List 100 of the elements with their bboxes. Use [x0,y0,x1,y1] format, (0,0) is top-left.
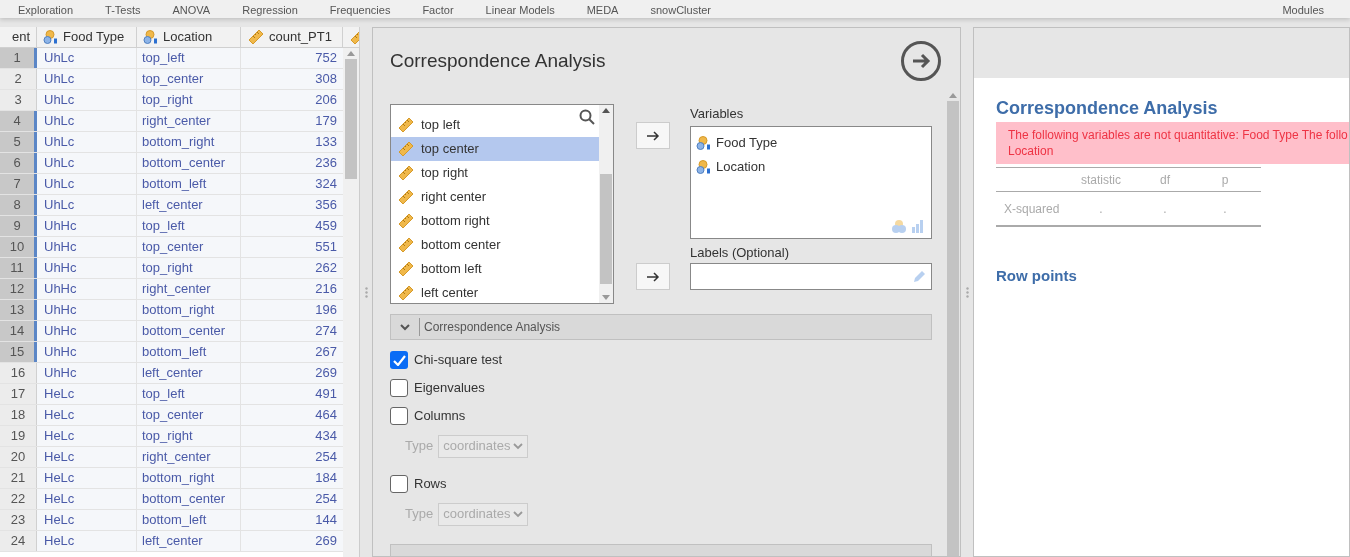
table-cell: UhHc [37,363,137,383]
row-number: 5 [0,132,37,152]
ruler-icon [397,236,415,254]
table-cell: HeLc [37,468,137,488]
scroll-thumb[interactable] [345,59,357,179]
checkbox[interactable] [390,379,408,397]
variable-list-item[interactable]: left center [391,281,599,303]
table-cell: UhLc [37,132,137,152]
table-cell: right_center [137,447,241,467]
table-cell: left_center [137,195,241,215]
chevron-icon [513,510,524,518]
menu-tab[interactable]: snowCluster [650,1,711,18]
menu-tab[interactable]: ANOVA [172,1,211,18]
source-variable-list[interactable]: top left top center top right right center bottom right bottom center bottom left left center [390,104,614,304]
table-cell-text: 551 [314,238,338,256]
table-cell-text: 324 [314,175,338,193]
table-cell: HeLc [37,447,137,467]
menu-tab[interactable]: T-Tests [105,1,141,18]
table-cell: right_center [137,279,241,299]
table-cell-text: 752 [314,49,338,67]
resize-handle-icon[interactable] [364,286,368,298]
table-cell: UhLc [37,48,137,68]
move-right-button[interactable] [636,122,670,149]
ruler-icon [397,116,415,134]
column-header[interactable]: Location [137,27,241,47]
pencil-icon [912,269,926,284]
row-number: 15 [0,342,37,362]
resize-handle-icon[interactable] [965,286,969,298]
menu-tab[interactable]: Frequencies [329,1,391,18]
table-cell-text: . [1162,200,1168,218]
menu-tab[interactable]: Factor [422,1,454,18]
assigned-variable[interactable]: Location [696,154,931,179]
menu-tab[interactable]: Linear Models [485,1,555,18]
table-cell: top_center [137,69,241,89]
table-cell: HeLc [37,510,137,530]
variable-list-item[interactable]: top center [391,137,599,161]
table-cell: top_left [137,384,241,404]
table-cell-text: 179 [314,112,338,130]
table-cell: UhHc [37,321,137,341]
assigned-variable[interactable]: Food Type [696,130,931,155]
row-number: 17 [0,384,37,404]
table-cell-text: 216 [314,280,338,298]
checkbox-label: Chi-square test [414,351,503,370]
checkbox-label: Columns [414,407,466,426]
table-cell: top_right [137,258,241,278]
table-cell: bottom_right [137,300,241,320]
table-cell: bottom_center [137,153,241,173]
type-label: Type [405,437,434,456]
table-cell: right_center [137,111,241,131]
table-cell-text: 196 [314,301,338,319]
variable-list-item[interactable]: top right [391,161,599,185]
scroll-thumb[interactable] [947,101,959,556]
move-right-button[interactable] [636,263,670,290]
variable-list-item[interactable]: bottom right [391,209,599,233]
row-number: 4 [0,111,37,131]
column-header[interactable]: Food Type [37,27,137,47]
variables-box[interactable]: Food Type Location [690,125,932,239]
table-cell: UhLc [37,90,137,110]
row-number: 18 [0,405,37,425]
checkbox[interactable] [390,407,408,425]
variable-list-item[interactable]: bottom left [391,257,599,281]
table-cell-text: 269 [314,364,338,382]
search-icon[interactable] [579,109,595,125]
modules-menu[interactable]: Modules [1282,1,1324,18]
table-cell-text: 144 [314,511,338,529]
variable-list-item[interactable]: bottom center [391,233,599,257]
nominal-variable-icon [143,30,159,44]
row-number: 14 [0,321,37,341]
row-number: 6 [0,153,37,173]
table-cell: UhLc [37,174,137,194]
variable-list-item[interactable]: top left [391,113,599,137]
scrollbar[interactable] [343,48,359,557]
checkbox-label: Eigenvalues [414,379,485,398]
row-number: 24 [0,531,37,551]
row-number: 16 [0,363,37,383]
variable-list-item[interactable]: right center [391,185,599,209]
column-header[interactable]: count_PT1 [241,27,343,47]
labels-field[interactable] [690,263,932,290]
scroll-up-icon[interactable] [602,108,610,113]
table-cell: bottom_center [137,489,241,509]
column-header[interactable]: ent [0,27,37,47]
labels-label: Labels (Optional) [690,243,790,262]
ruler-icon [397,164,415,182]
table-cell: UhLc [37,111,137,131]
ruler-icon [397,284,415,302]
row-number: 23 [0,510,37,530]
section-header[interactable]: Correspondence Analysis [390,314,932,340]
scroll-thumb[interactable] [600,174,612,284]
column-header: statistic [1080,171,1122,189]
checkbox[interactable] [390,351,408,369]
menu-tab[interactable]: Exploration [18,1,74,18]
row-number: 21 [0,468,37,488]
table-cell-text: 254 [314,448,338,466]
table-cell-text: 133 [314,133,338,151]
scroll-down-icon[interactable] [602,295,610,300]
menu-tab[interactable]: MEDA [586,1,619,18]
checkbox[interactable] [390,475,408,493]
table-cell: bottom_center [137,321,241,341]
table-cell: top_right [137,426,241,446]
menu-tab[interactable]: Regression [242,1,298,18]
